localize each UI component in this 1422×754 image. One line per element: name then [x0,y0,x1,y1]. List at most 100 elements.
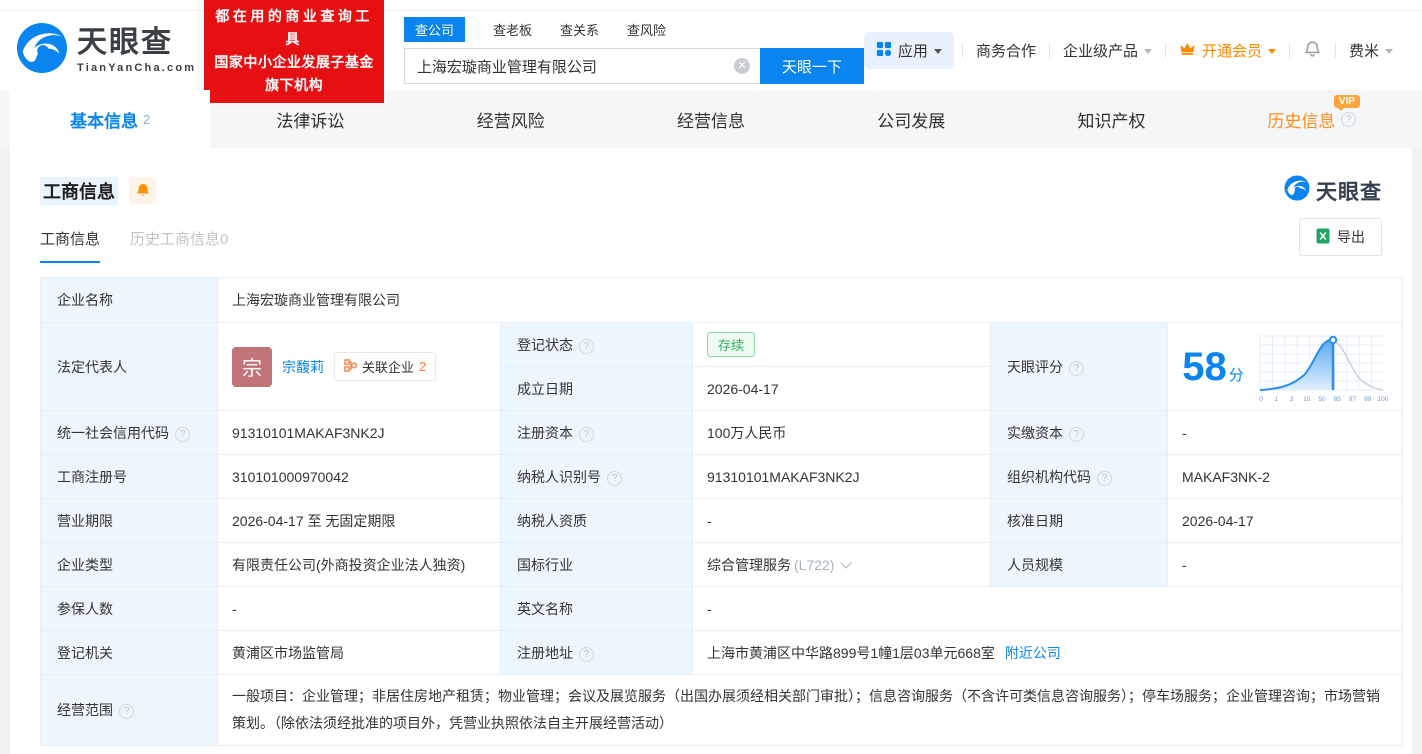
search-button[interactable]: 天眼一下 [759,48,864,84]
table-row: 营业期限 2026-04-17 至 无固定期限 纳税人资质 - 核准日期 2026-04-… [40,498,1404,543]
tianyan-score-cell: 58 分 0 1 3 15 50 85 97 99 100 [1166,322,1404,411]
nav-tab-label: 经营信息 [676,111,745,131]
business-cooperation-link[interactable]: 商务合作 [963,40,1049,61]
field-value: - [691,586,1404,631]
chevron-down-icon [1385,49,1393,54]
legal-representative-cell: 宗 宗馥莉 关联企业 2 [217,322,501,411]
search-area: 查公司 查老板 查关系 查风险 ✕ 天眼一下 [403,17,864,84]
industry-cell: 综合管理服务 (L722) [692,542,991,587]
help-icon[interactable]: ? [1341,111,1357,127]
legal-rep-name-link[interactable]: 宗馥莉 [282,357,324,377]
business-info-rows: 企业名称 上海宏璇商业管理有限公司 法定代表人 宗 宗馥莉 关联企业 2 登记状态? 存… [40,277,1404,746]
help-icon[interactable]: ? [579,426,594,442]
nav-tab[interactable]: 经营信息 [611,90,811,148]
search-tab[interactable]: 查老板 [493,17,532,42]
tianyancha-logo[interactable]: 天眼查 TianYanCha.com [16,22,196,79]
table-row: 经营范围? 一般项目：企业管理；非居住房地产租赁；物业管理；会议及展览服务（出国办… [40,674,1404,746]
registration-status-cell: 存续 [692,322,991,367]
help-icon[interactable]: ? [579,646,594,662]
status-badge: 存续 [707,332,756,357]
svg-text:99: 99 [1364,396,1372,403]
nav-tab-label: 公司发展 [877,111,946,131]
table-row: 参保人数 - 英文名称 - [40,586,1404,631]
help-icon[interactable]: ? [607,470,622,486]
search-tab[interactable]: 查关系 [560,17,599,42]
export-button[interactable]: 导出 [1299,218,1382,256]
help-icon[interactable]: ? [119,704,134,719]
field-value: 2026-04-17 [692,366,991,411]
nav-tab-label: 基本信息 [70,111,139,131]
svg-text:100: 100 [1377,396,1387,403]
search-input[interactable] [403,48,760,84]
excel-icon [1316,228,1330,247]
open-membership-menu[interactable]: 开通会员 [1166,40,1289,61]
subtabs: 工商信息 历史工商信息0 导出 [40,218,1382,263]
field-value: - [1166,542,1404,587]
field-value: 310101000970042 [217,454,501,499]
chevron-down-icon [1143,49,1152,54]
apps-menu[interactable]: 应用 [863,32,954,69]
search-tab[interactable]: 查风险 [627,17,666,42]
svg-text:97: 97 [1349,396,1357,403]
table-row: 登记机关 黄浦区市场监管局 注册地址? 上海市黄浦区中华路899号1幢1层03单元66… [40,630,1404,675]
field-label: 经营范围? [40,674,218,746]
nav-tab[interactable]: 知识产权 [1011,90,1211,148]
svg-text:50: 50 [1318,396,1326,403]
promo-line1: 都在用的商业查询工具 [215,7,373,47]
header-menu: 应用 商务合作 企业级产品 开通会员 费米 [863,32,1406,69]
help-icon[interactable]: ? [175,426,190,442]
svg-text:0: 0 [1259,396,1263,403]
field-label: 成立日期 [500,366,693,411]
notifications-button[interactable] [1290,39,1335,62]
nav-tab[interactable]: 法律诉讼 [210,90,410,148]
nav-tab[interactable]: 历史信息 ? VIP [1212,90,1412,148]
subtab[interactable]: 工商信息 [40,228,101,263]
crown-icon [1179,41,1196,60]
field-label: 注册地址? [500,630,693,675]
help-icon[interactable]: ? [1097,470,1112,486]
site-header: 天眼查 TianYanCha.com 都在用的商业查询工具 国家中小企业发展子基… [0,0,1422,103]
business-scope-value: 一般项目：企业管理；非居住房地产租赁；物业管理；会议及展览服务（出国办展须经相关… [216,674,1404,746]
search-tabs: 查公司 查老板 查关系 查风险 [403,17,864,42]
enterprise-products-menu[interactable]: 企业级产品 [1050,40,1165,61]
subscribe-bell-button[interactable] [129,177,156,204]
user-menu[interactable]: 费米 [1336,40,1406,61]
registered-address-cell: 上海市黄浦区中华路899号1幢1层03单元668室 附近公司 [691,630,1404,675]
svg-text:15: 15 [1303,396,1311,403]
nav-tab[interactable]: 经营风险 [411,90,611,148]
nav-tab-label: 知识产权 [1077,111,1146,131]
table-row: 统一社会信用代码? 91310101MAKAF3NK2J 注册资本? 100万人民币实… [40,410,1404,455]
chevron-down-icon [1267,49,1276,54]
table-row: 企业类型 有限责任公司(外商投资企业法人独资) 国标行业 综合管理服务 (L722) 人员… [40,542,1404,587]
help-icon[interactable]: ? [1069,426,1084,442]
nav-tab[interactable]: 公司发展 [811,90,1011,148]
clear-search-icon[interactable]: ✕ [733,58,750,74]
field-label: 企业名称 [40,277,218,323]
field-label: 纳税人识别号? [500,454,693,499]
subtab[interactable]: 历史工商信息0 [130,228,228,263]
nav-tab-label: 历史信息 [1267,111,1336,131]
field-label: 人员规模 [990,542,1168,587]
nearby-companies-link[interactable]: 附近公司 [1005,645,1061,661]
chevron-down-icon[interactable] [840,556,853,569]
bell-icon [1303,39,1322,62]
brand-domain: TianYanCha.com [77,61,197,74]
help-icon[interactable]: ? [579,338,594,354]
field-label: 参保人数 [40,586,218,631]
legal-rep-avatar[interactable]: 宗 [232,346,272,387]
help-icon[interactable]: ? [1069,360,1084,376]
search-tab[interactable]: 查公司 [403,17,465,42]
field-label: 天眼评分? [990,322,1168,411]
svg-text:1: 1 [1274,396,1278,403]
nav-tab[interactable]: 基本信息 2 [10,90,211,148]
table-row: 工商注册号 310101000970042 纳税人识别号? 91310101MAKAF… [40,454,1404,499]
related-companies-badge[interactable]: 关联企业 2 [334,352,437,381]
field-label: 企业类型 [40,542,218,587]
field-value: MAKAF3NK-2 [1166,454,1404,499]
main-content: 工商信息 天眼查 工商信息 历史工商信息0 导出 企业名称 上海宏璇商业管理有限… [10,148,1412,754]
score-value: 58 [1182,344,1227,389]
promo-banner: 都在用的商业查询工具 国家中小企业发展子基金旗下机构 [204,0,384,103]
field-value: 上海宏璇商业管理有限公司 [216,277,1404,323]
field-label: 营业期限 [40,498,218,543]
business-info-table: 企业名称 上海宏璇商业管理有限公司 法定代表人 宗 宗馥莉 关联企业 2 登记状态? 存… [40,277,1404,746]
